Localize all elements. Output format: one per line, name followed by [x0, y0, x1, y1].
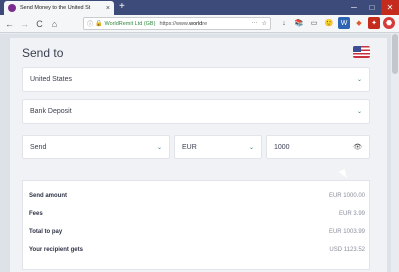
country-select[interactable]: United States ⌄: [22, 67, 370, 92]
toolbar-icons: ↓ 📚 ▭ 🙂 W ◆ ✦ ⬣ ☰: [278, 17, 399, 29]
sidebar-icon[interactable]: ▭: [308, 17, 320, 29]
summary-row: Your recipient gets USD 1123.52: [29, 247, 365, 253]
info-icon[interactable]: ⓘ: [87, 19, 93, 28]
extension-icon[interactable]: 🙂: [323, 17, 335, 29]
forward-button[interactable]: →: [19, 17, 30, 31]
reload-button[interactable]: C: [34, 17, 45, 31]
chevron-down-icon: ⌄: [356, 77, 362, 83]
summary-row: Total to pay EUR 1003.99: [29, 229, 365, 235]
flag-canton: [353, 46, 361, 52]
site-identity[interactable]: WorldRemit Ltd (GB): [105, 21, 156, 27]
send-to-heading: Send to: [22, 46, 64, 60]
url-rest: re: [202, 20, 208, 27]
page-actions-icon[interactable]: ···: [252, 20, 258, 27]
scrollbar-thumb[interactable]: [392, 34, 398, 74]
currency-value: EUR: [182, 143, 197, 151]
url-host: world: [189, 20, 203, 27]
maximize-button[interactable]: □: [363, 0, 381, 15]
summary-row: Send amount EUR 1000.00: [29, 193, 365, 199]
extension-star-icon[interactable]: ✦: [368, 17, 380, 29]
extension-diamond-icon[interactable]: ◆: [353, 17, 365, 29]
window-controls: ─ □ ✕: [345, 0, 399, 15]
chevron-down-icon: ⌄: [156, 144, 162, 151]
delivery-method-select[interactable]: Bank Deposit ⌄: [22, 99, 370, 124]
delivery-method-value: Bank Deposit: [30, 108, 72, 115]
browser-titlebar: Send Money to the United St × + ─ □ ✕: [0, 0, 399, 15]
minimize-button[interactable]: ─: [345, 0, 363, 15]
eye-icon[interactable]: 👁: [353, 143, 362, 151]
chevron-down-icon: ⌄: [356, 109, 362, 115]
summary-value: EUR 1003.99: [328, 229, 365, 235]
new-tab-button[interactable]: +: [119, 1, 125, 13]
summary-value: USD 1123.52: [329, 247, 365, 253]
currency-select[interactable]: EUR ⌄: [174, 135, 262, 159]
extension-pin-icon[interactable]: ⬣: [383, 17, 395, 29]
send-type-value: Send: [30, 143, 47, 151]
url-prefix: https://www.: [159, 20, 190, 27]
page-scrollbar[interactable]: [391, 34, 399, 272]
downloads-icon[interactable]: ↓: [278, 17, 290, 29]
summary-label: Fees: [29, 211, 43, 217]
tab-title: Send Money to the United St: [20, 5, 91, 11]
summary-value: EUR 3.99: [338, 211, 365, 217]
summary-row: Fees EUR 3.99: [29, 211, 365, 217]
extension-w-icon[interactable]: W: [338, 17, 350, 29]
url-actions: ··· ☆: [252, 20, 267, 27]
browser-tab[interactable]: Send Money to the United St ×: [4, 1, 114, 15]
send-type-select[interactable]: Send ⌄: [22, 135, 170, 159]
lock-icon: 🔒: [95, 21, 103, 27]
url-text[interactable]: https://www.worldre: [159, 21, 251, 27]
tab-close-icon[interactable]: ×: [106, 5, 110, 12]
summary-label: Your recipient gets: [29, 247, 83, 253]
bookmark-star-icon[interactable]: ☆: [262, 20, 267, 27]
summary-box: Send amount EUR 1000.00 Fees EUR 3.99 To…: [22, 180, 370, 270]
address-bar[interactable]: ⓘ 🔒 WorldRemit Ltd (GB) https://www.worl…: [83, 17, 271, 30]
library-icon[interactable]: 📚: [293, 17, 305, 29]
summary-value: EUR 1000.00: [328, 193, 365, 199]
back-button[interactable]: ←: [4, 17, 15, 31]
country-value: United States: [30, 76, 73, 83]
browser-toolbar: ← → C ⌂ ⓘ 🔒 WorldRemit Ltd (GB) https://…: [0, 15, 399, 33]
worldremit-favicon-icon: [8, 4, 16, 12]
home-button[interactable]: ⌂: [49, 17, 60, 31]
summary-label: Send amount: [29, 193, 68, 199]
summary-label: Total to pay: [29, 229, 63, 235]
amount-value: 1000: [274, 143, 290, 151]
close-window-button[interactable]: ✕: [381, 0, 399, 15]
chevron-down-icon: ⌄: [248, 144, 254, 151]
us-flag-icon[interactable]: [353, 46, 370, 58]
amount-input[interactable]: 1000 👁: [266, 135, 370, 159]
